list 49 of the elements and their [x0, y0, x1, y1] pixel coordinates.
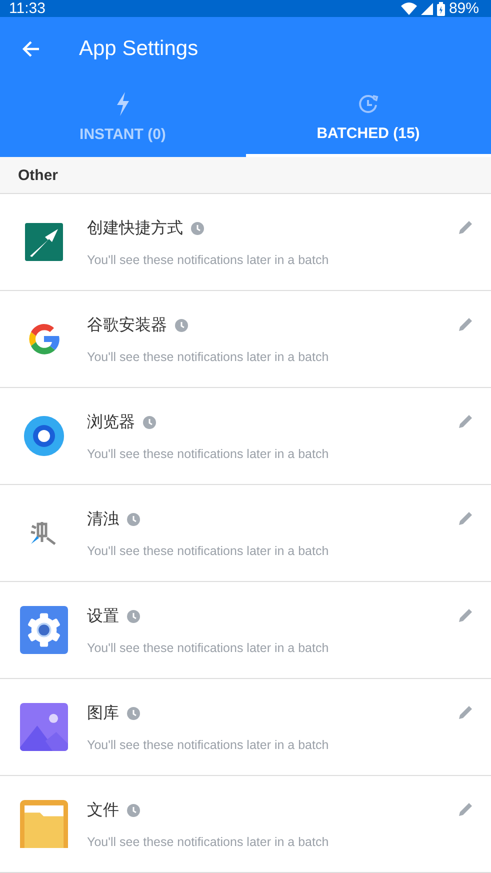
app-subtitle: You'll see these notifications later in a batch [87, 447, 329, 461]
app-name: 清浊 [87, 510, 119, 530]
app-row[interactable]: 图库 You'll see these notifications later in a batch [0, 679, 491, 776]
app-subtitle: You'll see these notifications later in a batch [87, 544, 329, 558]
edit-button[interactable] [459, 705, 473, 719]
edit-button[interactable] [459, 414, 473, 428]
battery-level: 89% [448, 0, 479, 17]
edit-button[interactable] [459, 317, 473, 331]
clock-icon [191, 222, 204, 235]
signal-icon [420, 2, 433, 14]
app-row[interactable]: 浏览器 You'll see these notifications later in a batch [0, 388, 491, 485]
screen-title: App Settings [79, 37, 198, 62]
app-name: 设置 [87, 607, 119, 627]
app-row[interactable]: 文件 You'll see these notifications later in a batch [0, 776, 491, 873]
app-name: 图库 [87, 704, 119, 724]
app-row[interactable]: 清浊 You'll see these notifications later in a batch [0, 485, 491, 582]
section-title: Other [18, 166, 58, 184]
app-icon [20, 606, 68, 654]
clock-icon [143, 416, 156, 429]
clock-icon [175, 319, 188, 332]
app-row[interactable]: 设置 You'll see these notifications later in a batch [0, 582, 491, 679]
lightning-icon [114, 92, 131, 116]
status-time: 11:33 [9, 0, 46, 17]
clock-icon [127, 707, 140, 720]
app-icon [22, 415, 64, 457]
edit-button[interactable] [459, 511, 473, 525]
app-icon [24, 223, 62, 261]
app-icon [20, 703, 68, 751]
wifi-icon [400, 2, 417, 15]
app-subtitle: You'll see these notifications later in a batch [87, 738, 329, 752]
clock-icon [357, 93, 380, 116]
app-row[interactable]: 谷歌安装器 You'll see these notifications later in a batch [0, 291, 491, 388]
app-icon [20, 800, 68, 848]
edit-button[interactable] [459, 608, 473, 622]
clock-icon [127, 513, 140, 526]
app-subtitle: You'll see these notifications later in a batch [87, 641, 329, 655]
app-name: 浏览器 [87, 412, 135, 433]
app-name: 谷歌安装器 [87, 316, 167, 336]
app-subtitle: You'll see these notifications later in a batch [87, 835, 329, 849]
app-row[interactable]: 创建快捷方式 You'll see these notifications later in a batch [0, 194, 491, 291]
app-name: 创建快捷方式 [87, 218, 183, 239]
clock-icon [127, 610, 140, 623]
edit-button[interactable] [459, 220, 473, 234]
edit-button[interactable] [459, 802, 473, 816]
clock-icon [127, 804, 140, 817]
app-subtitle: You'll see these notifications later in a batch [87, 253, 329, 267]
app-name: 文件 [87, 800, 119, 821]
app-icon [28, 520, 58, 546]
app-subtitle: You'll see these notifications later in a batch [87, 350, 329, 364]
